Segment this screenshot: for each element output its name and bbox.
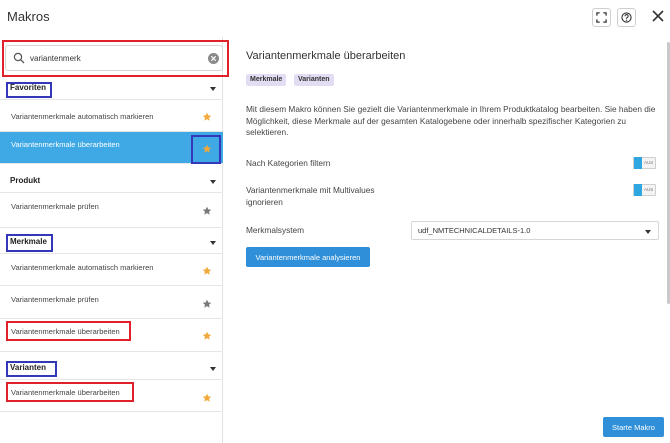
help-button[interactable] — [617, 8, 636, 27]
list-item[interactable]: Variantenmerkmale prüfen — [0, 286, 223, 319]
close-icon[interactable] — [651, 9, 665, 23]
list-item[interactable]: Variantenmerkmale automatisch markieren — [0, 100, 223, 132]
group-label: Produkt — [10, 176, 41, 185]
start-macro-button[interactable]: Starte Makro — [603, 417, 664, 437]
fullscreen-icon — [596, 12, 607, 23]
help-icon — [621, 12, 632, 23]
chevron-down-icon[interactable] — [210, 87, 216, 91]
search-highlight-frame — [2, 40, 229, 77]
merkmalsystem-select[interactable]: udf_NMTECHNICALDETAILS-1.0 — [411, 221, 659, 240]
item-label: Variantenmerkmale überarbeiten — [11, 140, 120, 149]
star-icon[interactable] — [202, 393, 212, 403]
toggle-state: AUS — [644, 160, 654, 165]
macro-detail-panel: Variantenmerkmale überarbeiten Merkmale … — [224, 37, 670, 443]
item-label: Variantenmerkmale automatisch markieren — [11, 112, 154, 121]
tag-badge: Varianten — [294, 74, 334, 86]
star-icon[interactable] — [202, 112, 212, 122]
star-icon[interactable] — [202, 299, 212, 309]
chevron-down-icon[interactable] — [210, 180, 216, 184]
merkmale-highlight-frame — [6, 234, 53, 252]
multivalue-toggle[interactable]: AUS — [633, 184, 656, 196]
item-label: Variantenmerkmale prüfen — [11, 202, 99, 211]
chevron-down-icon — [645, 230, 651, 234]
select-value: udf_NMTECHNICALDETAILS-1.0 — [418, 226, 531, 235]
favoriten-highlight-frame — [6, 82, 52, 98]
title-bar: Makros — [0, 0, 670, 36]
analyse-button[interactable]: Variantenmerkmale analysieren — [246, 247, 370, 267]
toggle-knob — [634, 157, 642, 169]
list-item[interactable]: Variantenmerkmale prüfen — [0, 193, 223, 228]
chevron-down-icon[interactable] — [210, 367, 216, 371]
detail-description: Mit diesem Makro können Sie gezielt die … — [246, 104, 656, 137]
detail-title: Variantenmerkmale überarbeiten — [246, 50, 406, 62]
item-label: Variantenmerkmale prüfen — [11, 295, 99, 304]
list-item[interactable]: Variantenmerkmale automatisch markieren — [0, 254, 223, 286]
toggle-knob — [634, 184, 642, 196]
varianten-highlight-frame — [6, 361, 57, 377]
group-header-produkt[interactable]: Produkt — [0, 171, 223, 193]
filter-toggle[interactable]: AUS — [633, 157, 656, 169]
fullscreen-button[interactable] — [592, 8, 611, 27]
setting-label: Nach Kategorien filtern — [246, 158, 331, 168]
star-highlight-frame — [191, 135, 221, 164]
star-icon[interactable] — [202, 331, 212, 341]
item-label: Variantenmerkmale automatisch markieren — [11, 263, 154, 272]
window-title: Makros — [7, 9, 50, 24]
item-highlight-frame — [6, 382, 134, 402]
chevron-down-icon[interactable] — [210, 241, 216, 245]
setting-label: Variantenmerkmale mit Multivalues ignori… — [246, 185, 375, 207]
tag-badge: Merkmale — [246, 74, 287, 86]
star-icon[interactable] — [202, 206, 212, 216]
setting-label: Merkmalsystem — [246, 225, 305, 235]
list-item-selected[interactable]: Variantenmerkmale überarbeiten — [0, 132, 223, 164]
item-highlight-frame — [6, 321, 131, 341]
star-icon[interactable] — [202, 266, 212, 276]
toggle-state: AUS — [644, 187, 654, 192]
